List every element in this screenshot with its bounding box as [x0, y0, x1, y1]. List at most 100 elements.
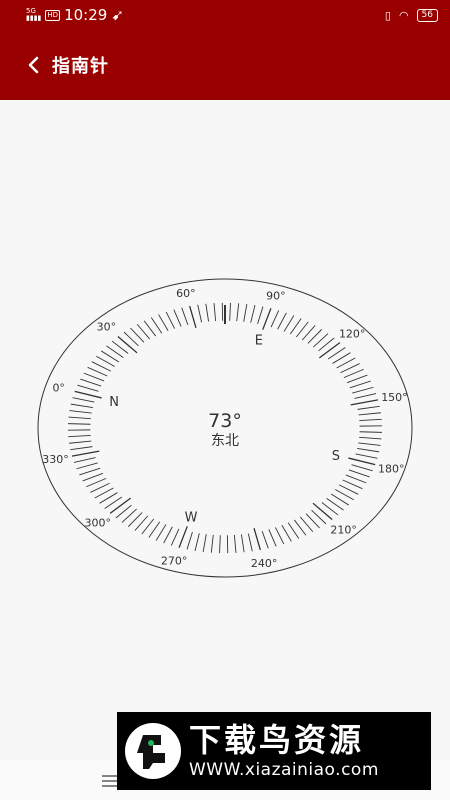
compass-tick [158, 314, 169, 331]
compass-tick [250, 305, 256, 323]
degree-label: 180° [378, 463, 405, 476]
compass-tick [350, 399, 379, 406]
compass-tick [275, 527, 285, 545]
compass-tick [247, 533, 253, 552]
network-indicator: 5G ▮▮▮▮ [26, 8, 41, 22]
page-title: 指南针 [52, 56, 109, 77]
compass-tick [342, 479, 363, 490]
compass-tick [357, 448, 380, 453]
compass-tick [69, 410, 92, 414]
compass-tick [143, 320, 157, 337]
cardinal-w: W [185, 510, 198, 525]
watermark-title: 下载鸟资源 [189, 721, 365, 759]
compass-tick [289, 318, 302, 335]
hd-badge: HD [45, 9, 61, 21]
compass-tick [268, 529, 277, 547]
compass-tick [189, 305, 197, 329]
compass-tick [345, 474, 367, 484]
compass-tick [358, 442, 381, 446]
compass-tick [354, 393, 377, 399]
status-bar: 5G ▮▮▮▮ HD 10:29 ➹ ▯ ◠ 56 [0, 0, 450, 30]
compass-tick [186, 531, 193, 550]
compass-tick [71, 450, 100, 457]
compass-tick [262, 308, 272, 330]
degree-label: 120° [339, 327, 366, 340]
wifi-icon: ◠ [398, 8, 409, 22]
cardinal-n: N [109, 395, 119, 410]
compass-tick [72, 397, 95, 403]
compass-tick [165, 311, 175, 329]
compass-tick [281, 525, 292, 542]
compass-tick [359, 431, 382, 433]
degree-label: 0° [52, 381, 65, 394]
status-time: 10:29 [64, 6, 108, 24]
compass-tick [68, 423, 91, 425]
compass-tick [70, 403, 93, 408]
compass-tick [293, 519, 307, 536]
compass-tick [283, 315, 295, 332]
compass-tick [150, 317, 163, 334]
compass-tick [355, 453, 378, 459]
compass-tick [181, 307, 189, 326]
watermark-banner: 下载鸟资源 WWW.xiazainiao.com [117, 712, 431, 790]
compass-tick [210, 534, 214, 553]
compass-tick [202, 534, 207, 553]
compass-tick [170, 528, 180, 546]
compass-tick [178, 526, 188, 548]
compass-tick [346, 374, 368, 384]
compass-tick [87, 366, 108, 377]
degree-label: 60° [176, 287, 196, 300]
degree-label: 330° [42, 453, 69, 466]
bird-logo-icon [125, 723, 181, 779]
compass-tick [287, 522, 300, 539]
compass-tick [240, 534, 245, 553]
compass-tick [205, 303, 210, 322]
compass-tick [351, 464, 373, 472]
compass-tick [68, 416, 91, 420]
compass-tick [70, 446, 93, 451]
compass-tick [173, 309, 182, 327]
compass-tick [155, 524, 167, 541]
app-bar: 指南针 [0, 30, 450, 100]
status-left: 5G ▮▮▮▮ HD 10:29 ➹ [26, 6, 124, 24]
degree-label: 300° [85, 517, 112, 530]
degree-label: 150° [381, 391, 408, 404]
compass-tick [194, 533, 200, 551]
compass-tick [348, 457, 376, 466]
cardinal-s: S [332, 449, 340, 464]
compass-area: 0° 30° 60° 90° 120° 150° 180° 210° 240° 270° 300° 3… [0, 100, 450, 760]
compass-tick [348, 469, 370, 478]
cardinal-e: E [255, 334, 263, 349]
notification-icon: ➹ [111, 6, 124, 24]
degree-label: 210° [330, 523, 357, 536]
compass-tick [318, 342, 341, 359]
compass-tick [148, 521, 161, 538]
degree-label: 270° [161, 555, 188, 568]
compass-tick [359, 436, 382, 440]
compass-tick [219, 535, 221, 554]
degree-label: 30° [97, 321, 117, 334]
chevron-left-icon [28, 56, 39, 74]
back-button[interactable] [22, 54, 44, 76]
compass-tick [117, 335, 138, 354]
signal-icon: ▮▮▮▮ [26, 14, 42, 22]
compass-tick [253, 527, 261, 551]
compass-tick [197, 304, 203, 323]
compass-tick [82, 472, 104, 482]
compass-tick [77, 384, 99, 392]
compass-tick [68, 435, 91, 438]
compass-tick [109, 497, 132, 514]
compass-tick [349, 380, 371, 389]
watermark-url: WWW.xiazainiao.com [189, 760, 379, 780]
status-right: ▯ ◠ 56 [385, 8, 438, 22]
battery-indicator: 56 [416, 8, 438, 22]
compass-tick [213, 303, 217, 322]
compass-tick [80, 378, 102, 387]
compass-tick [257, 306, 264, 325]
compass-tick [229, 302, 231, 321]
compass-tick [76, 462, 98, 470]
compass-tick [83, 372, 105, 382]
compass-tick [352, 386, 374, 394]
degree-label: 90° [266, 289, 286, 302]
compass-tick [357, 405, 380, 410]
